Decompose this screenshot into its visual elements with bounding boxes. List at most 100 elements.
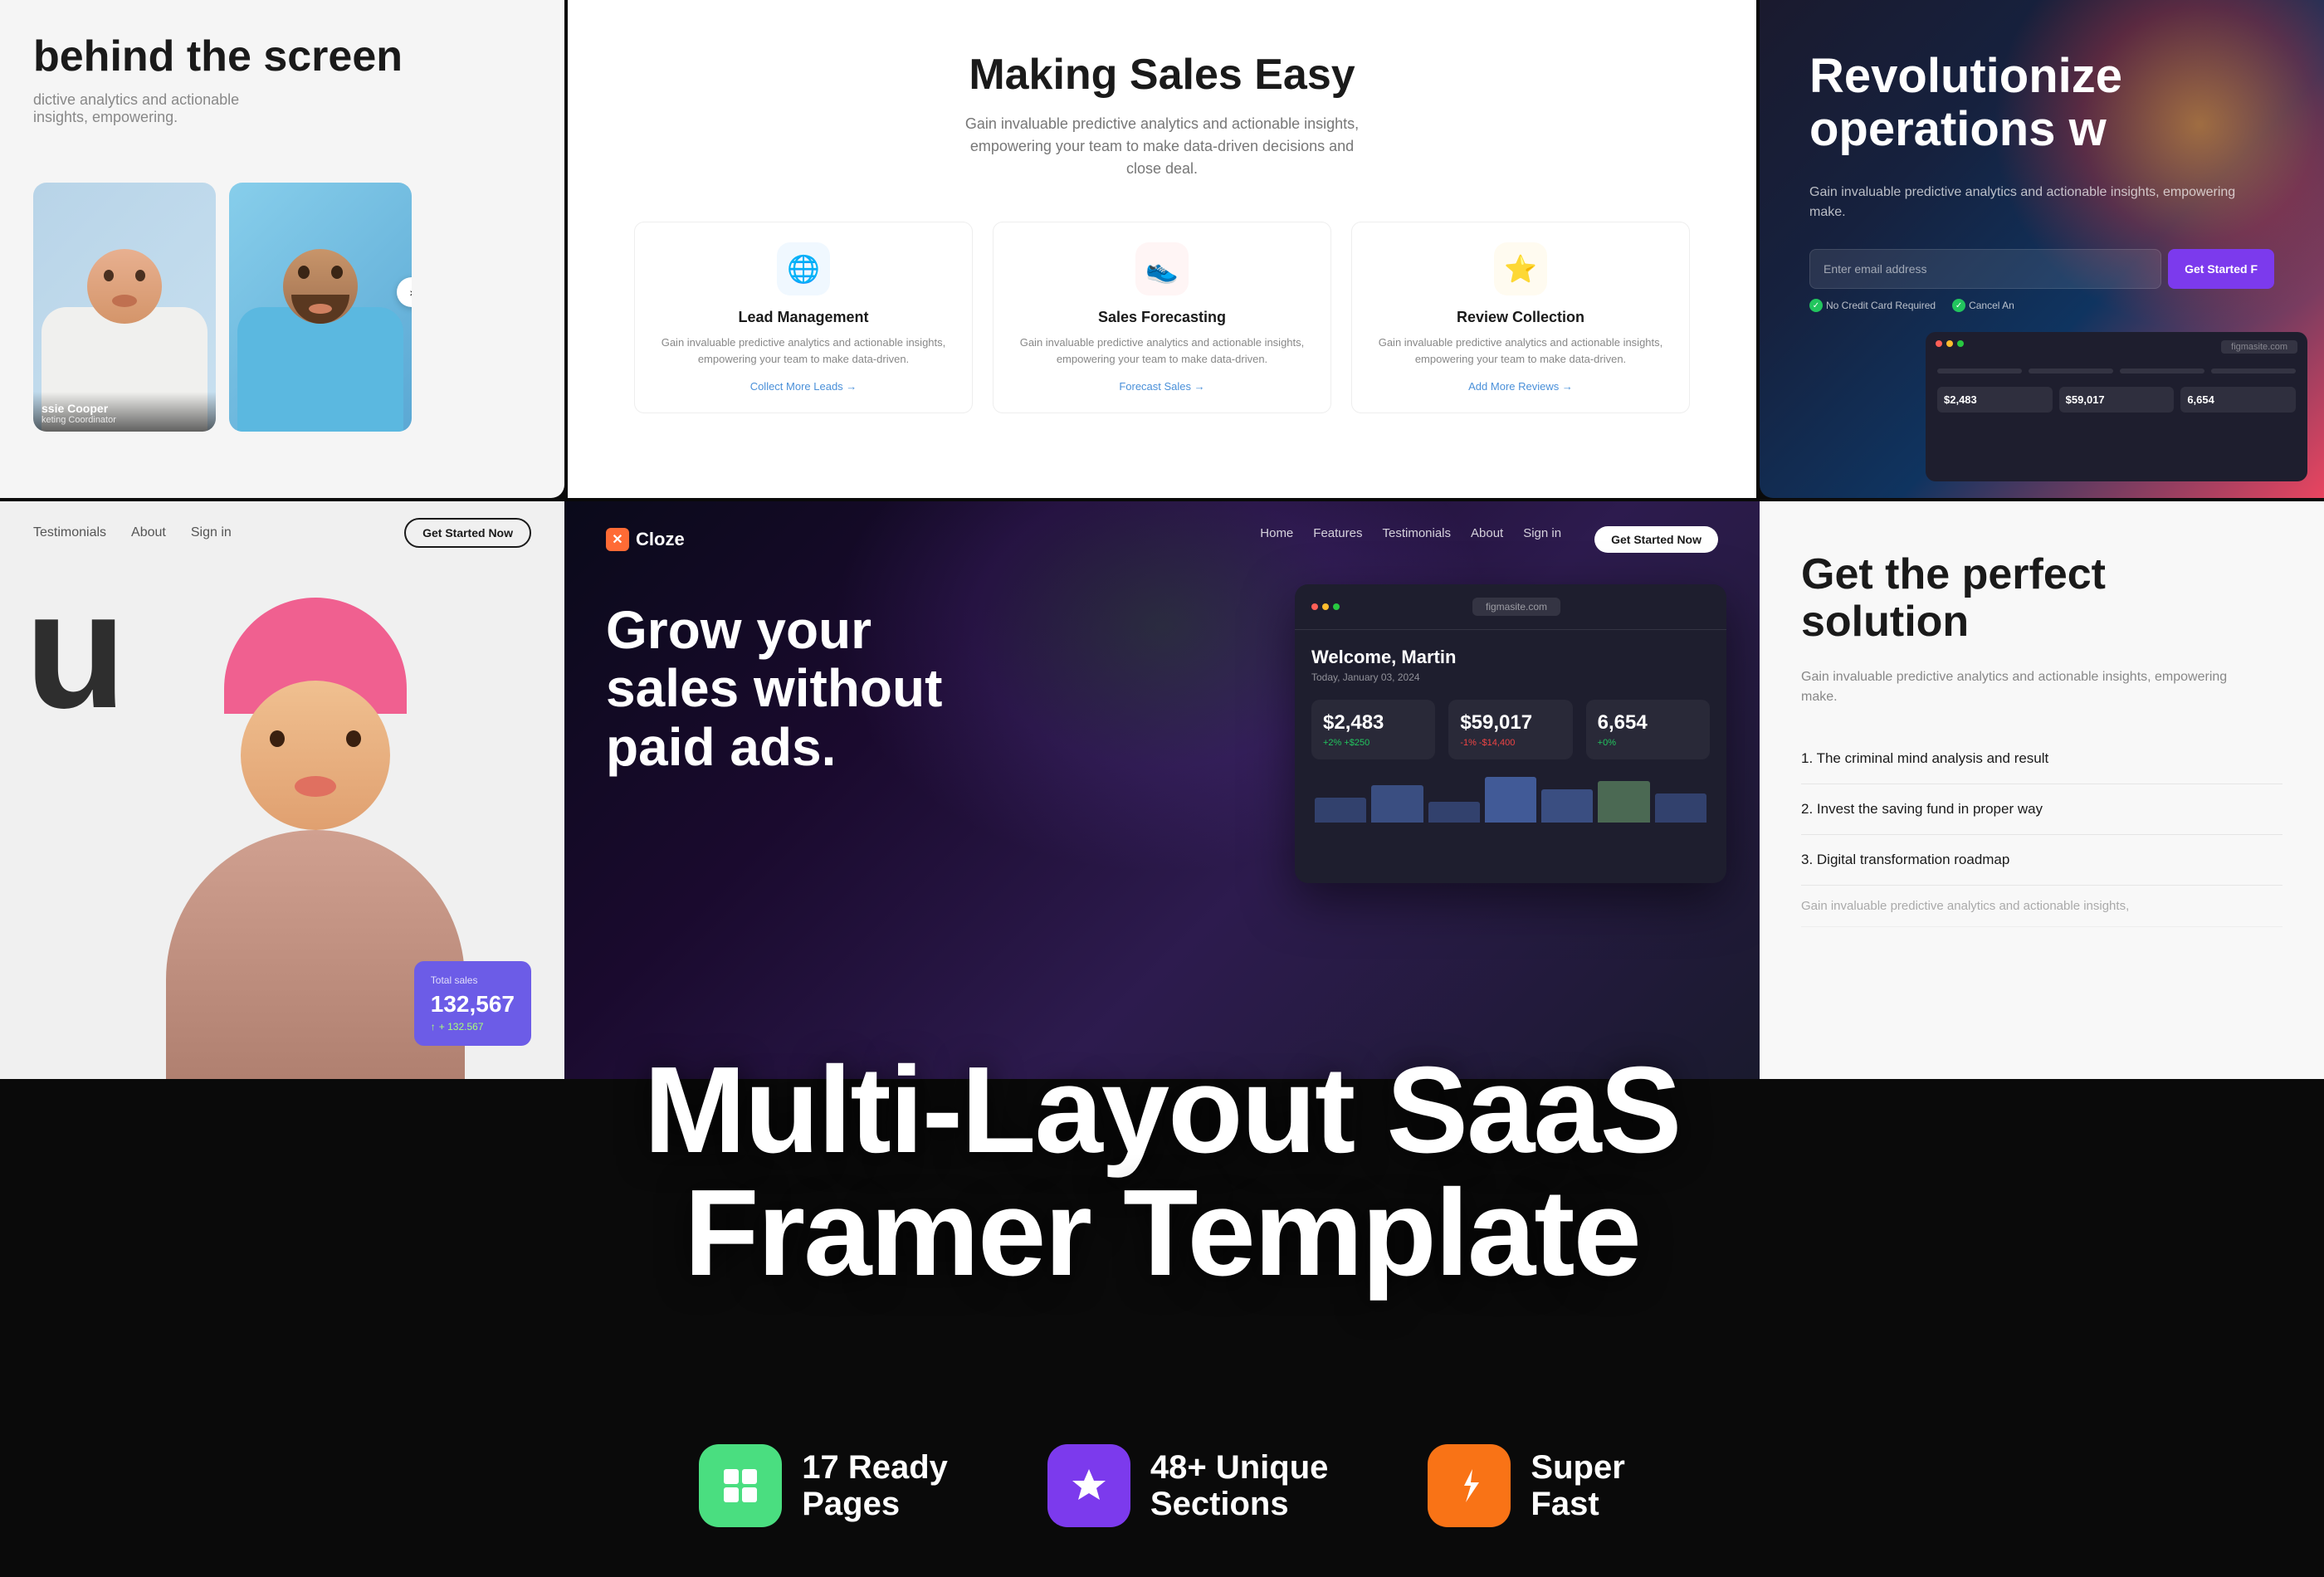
solution-item-2: 2. Invest the saving fund in proper way <box>1801 784 2282 835</box>
lead-icon: 🌐 <box>777 242 830 295</box>
trust-badge-1: ✓ No Credit Card Required <box>1809 299 1936 312</box>
avatar-card-1: ssie Cooper keting Coordinator <box>33 183 216 432</box>
panel-bottom-left: Testimonials About Sign in Get Started N… <box>0 501 564 1079</box>
solution-faded: Gain invaluable predictive analytics and… <box>1801 886 2282 927</box>
features-bar: 17 Ready Pages 48+ Unique Sections Super… <box>0 1444 2324 1527</box>
cloze-nav-features[interactable]: Features <box>1313 526 1362 553</box>
email-input-display[interactable]: Enter email address <box>1809 249 2161 289</box>
revolutionize-subtitle: Gain invaluable predictive analytics and… <box>1809 183 2258 222</box>
widget-welcome: Welcome, Martin Today, January 03, 2024 … <box>1295 630 1726 839</box>
speed-icon <box>1428 1444 1511 1527</box>
speed-label-line1: Super <box>1531 1449 1624 1486</box>
cloze-get-started-btn[interactable]: Get Started Now <box>1594 526 1718 553</box>
feature-link-sales[interactable]: Forecast Sales → <box>1119 380 1204 393</box>
widget-date: Today, January 03, 2024 <box>1311 671 1710 683</box>
cloze-nav-home[interactable]: Home <box>1260 526 1293 553</box>
dot-red <box>1936 340 1942 347</box>
solution-subtitle: Gain invaluable predictive analytics and… <box>1801 667 2258 707</box>
feature-desc-sales: Gain invaluable predictive analytics and… <box>1010 334 1314 367</box>
trust-badge-2: ✓ Cancel An <box>1952 299 2014 312</box>
cloze-nav-testimonials[interactable]: Testimonials <box>1382 526 1451 553</box>
avatar-name-1: ssie Cooper <box>42 402 208 415</box>
cloze-nav-about[interactable]: About <box>1471 526 1503 553</box>
get-started-btn-top-right[interactable]: Get Started F <box>2168 249 2274 289</box>
review-icon: ⭐ <box>1494 242 1547 295</box>
stat-delta-1: +$250 <box>1344 738 1370 748</box>
panel-top-right: Revolutionize operations w Gain invaluab… <box>1760 0 2324 498</box>
dot-green <box>1957 340 1964 347</box>
stat-value-2: $59,017 <box>1460 711 1560 735</box>
pages-badge-text: 17 Ready Pages <box>802 1449 948 1522</box>
stat-badge-2: -1% <box>1460 738 1477 748</box>
pages-label-line2: Pages <box>802 1486 948 1522</box>
revolutionize-title: Revolutionize operations w <box>1809 50 2274 156</box>
nav-about[interactable]: About <box>131 525 166 540</box>
panel-bottom-center: ✕ Cloze Home Features Testimonials About… <box>564 501 1760 1079</box>
feature-link-lead[interactable]: Collect More Leads → <box>750 380 857 393</box>
pages-icon <box>699 1444 782 1527</box>
feature-name-sales: Sales Forecasting <box>1098 309 1226 326</box>
check-icon-1: ✓ <box>1809 299 1823 312</box>
nav-testimonials[interactable]: Testimonials <box>33 525 106 540</box>
bottom-left-nav: Testimonials About Sign in Get Started N… <box>0 518 564 548</box>
cloze-sign-in[interactable]: Sign in <box>1523 526 1561 553</box>
sections-icon <box>1047 1444 1130 1527</box>
cloze-nav-links: Home Features Testimonials About Sign in… <box>1260 526 1718 553</box>
pages-label-line1: 17 Ready <box>802 1449 948 1486</box>
stat-value-1: $2,483 <box>1323 711 1423 735</box>
mini-chart <box>1311 773 1710 823</box>
mini-stats-row <box>1926 362 2307 380</box>
widget-greeting: Welcome, Martin <box>1311 647 1710 668</box>
nav-sign-in[interactable]: Sign in <box>191 525 232 540</box>
panel-left-subtitle: dictive analytics and actionable insight… <box>33 91 282 126</box>
avatar-label-1: ssie Cooper keting Coordinator <box>33 392 216 432</box>
cloze-logo-icon: ✕ <box>606 528 629 551</box>
stat-delta-2: -$14,400 <box>1479 738 1515 748</box>
face <box>241 681 390 830</box>
main-title-line2: Framer Template <box>0 1172 2324 1295</box>
solution-title: Get the perfect solution <box>1801 551 2282 646</box>
hero-text: Grow your sales without paid ads. <box>606 601 988 801</box>
avatar-card-2: › <box>229 183 412 432</box>
solution-item-3: 3. Digital transformation roadmap <box>1801 835 2282 886</box>
trust-badges: ✓ No Credit Card Required ✓ Cancel An <box>1809 299 2014 312</box>
dashboard-preview-small: figmasite.com $2,483 $59,017 6,654 <box>1926 332 2307 481</box>
widget-dot-green <box>1333 603 1340 610</box>
cloze-nav: ✕ Cloze Home Features Testimonials About… <box>606 526 1718 553</box>
change-arrow: ↑ <box>431 1021 436 1033</box>
sales-card-label: Total sales <box>431 974 515 986</box>
email-input-row: Enter email address Get Started F <box>1809 249 2274 289</box>
dashboard-dots-small: figmasite.com <box>1926 332 2307 362</box>
making-sales-subtitle: Gain invaluable predictive analytics and… <box>963 113 1361 180</box>
cloze-brand-name: Cloze <box>636 529 685 550</box>
stat-box-1: $2,483 +2% +$250 <box>1311 700 1435 759</box>
sections-label-line1: 48+ Unique <box>1150 1449 1329 1486</box>
feature-desc-review: Gain invaluable predictive analytics and… <box>1369 334 1672 367</box>
bottom-row: Testimonials About Sign in Get Started N… <box>0 501 2324 1079</box>
hero-headline: Grow your sales without paid ads. <box>606 601 988 776</box>
feature-badge-sections: 48+ Unique Sections <box>1047 1444 1329 1527</box>
feature-card-review: ⭐ Review Collection Gain invaluable pred… <box>1351 222 1690 413</box>
stat-badge-3: +0% <box>1598 738 1616 748</box>
features-grid: 🌐 Lead Management Gain invaluable predic… <box>634 222 1690 413</box>
feature-badge-pages: 17 Ready Pages <box>699 1444 948 1527</box>
main-title-overlay: Multi-Layout SaaS Framer Template <box>0 1049 2324 1295</box>
speed-label-line2: Fast <box>1531 1486 1624 1522</box>
feature-link-review[interactable]: Add More Reviews → <box>1468 380 1573 393</box>
widget-url: figmasite.com <box>1472 598 1560 616</box>
trust-text-1: No Credit Card Required <box>1826 300 1936 311</box>
avatar-role-1: keting Coordinator <box>42 415 208 425</box>
widget-stats: $2,483 +2% +$250 $59,017 -1% -$14,400 <box>1311 700 1710 759</box>
bottom-nav-links: Testimonials About Sign in <box>33 525 232 540</box>
check-icon-2: ✓ <box>1952 299 1965 312</box>
get-started-outline-btn[interactable]: Get Started Now <box>404 518 531 548</box>
avatar-group: ssie Cooper keting Coordinator <box>33 183 412 432</box>
stat-box-3: 6,654 +0% <box>1586 700 1710 759</box>
mini-stat-boxes: $2,483 $59,017 6,654 <box>1926 380 2307 419</box>
sales-card-change: ↑ + 132.567 <box>431 1021 515 1033</box>
url-bar-small: figmasite.com <box>2221 340 2297 354</box>
solution-item-1: 1. The criminal mind analysis and result <box>1801 734 2282 784</box>
panel-top-center: Making Sales Easy Gain invaluable predic… <box>568 0 1756 498</box>
trust-text-2: Cancel An <box>1969 300 2014 311</box>
feature-name-review: Review Collection <box>1457 309 1584 326</box>
